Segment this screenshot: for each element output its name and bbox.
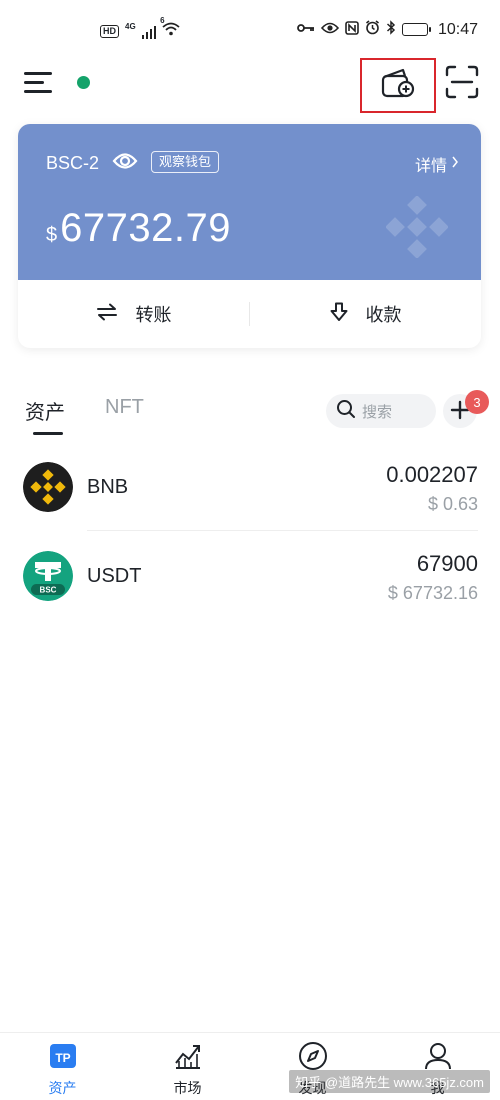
bluetooth-icon	[386, 20, 396, 39]
tab-assets[interactable]: 资产	[25, 396, 65, 435]
receive-arrow-icon	[330, 302, 348, 327]
market-chart-icon	[173, 1041, 203, 1074]
wallet-balance: $ 67732.79	[46, 206, 231, 251]
token-balance: 0.002207	[386, 462, 478, 487]
tp-wallet-icon: TP	[48, 1041, 78, 1074]
wifi-icon: 6	[160, 16, 180, 41]
nav-label: 市场	[173, 1080, 202, 1096]
search-placeholder: 搜索	[362, 403, 393, 421]
eye-icon[interactable]	[112, 151, 138, 176]
nav-label: 资产	[48, 1080, 77, 1096]
currency-symbol: $	[46, 224, 58, 246]
hd-badge: HD	[100, 25, 119, 38]
token-row-usdt[interactable]: BSC USDT 67900 $ 67732.16	[0, 551, 500, 637]
balance-amount: 67732.79	[60, 206, 231, 250]
usdt-token-icon: BSC	[23, 551, 73, 601]
wifi-version: 6	[160, 16, 165, 25]
image-watermark: 知乎 @道路先生 www.365jz.com	[289, 1070, 490, 1093]
token-fiat-value: $ 0.63	[427, 494, 478, 514]
wallet-summary[interactable]: BSC-2 观察钱包 详情 $ 67732.79	[18, 124, 481, 280]
token-symbol: USDT	[87, 565, 142, 587]
alarm-icon	[365, 20, 380, 39]
nfc-icon	[345, 20, 359, 39]
scan-button[interactable]	[444, 64, 480, 100]
list-divider	[87, 530, 478, 531]
token-balance: 67900	[416, 551, 478, 576]
transfer-button[interactable]: 转账	[18, 280, 249, 348]
svg-text:TP: TP	[55, 1051, 70, 1065]
receive-label: 收款	[365, 305, 402, 325]
eye-status-icon	[320, 21, 340, 38]
wallet-plus-icon	[381, 68, 415, 103]
network-type: 4G	[125, 22, 136, 31]
battery-icon	[401, 23, 431, 36]
network-status-dot	[77, 76, 90, 89]
status-bar: HD 4G 6 10:47	[0, 0, 500, 62]
notification-badge: 3	[465, 390, 489, 414]
wallet-actions: 转账 收款	[18, 280, 481, 348]
tab-nft[interactable]: NFT	[105, 396, 144, 435]
add-wallet-button[interactable]	[360, 58, 436, 113]
nav-assets[interactable]: TP 资产	[0, 1033, 125, 1100]
token-search-input[interactable]: 搜索	[326, 394, 436, 428]
search-icon	[336, 399, 356, 423]
bnb-logo-icon	[385, 195, 449, 263]
chevron-right-icon	[451, 155, 459, 173]
receive-button[interactable]: 收款	[250, 280, 481, 348]
bnb-token-icon	[23, 462, 73, 512]
svg-text:BSC: BSC	[40, 586, 57, 595]
status-right: 10:47	[297, 20, 478, 39]
watch-wallet-badge: 观察钱包	[151, 151, 220, 173]
token-row-bnb[interactable]: BNB 0.002207 $ 0.63	[0, 462, 500, 548]
wallet-card[interactable]: BSC-2 观察钱包 详情 $ 67732.79 转账 收款	[18, 124, 481, 348]
status-time: 10:47	[437, 20, 478, 38]
key-icon	[297, 21, 315, 38]
scan-icon	[444, 65, 480, 104]
asset-tabs: 资产 NFT	[25, 396, 144, 435]
nav-market[interactable]: 市场	[125, 1033, 250, 1100]
status-left: HD 4G 6	[100, 16, 180, 41]
token-fiat-value: $ 67732.16	[387, 583, 478, 603]
signal-icon	[141, 25, 157, 39]
transfer-arrows-icon	[96, 303, 118, 326]
wallet-detail-link[interactable]: 详情	[415, 152, 459, 176]
token-symbol: BNB	[87, 476, 129, 498]
menu-icon[interactable]	[24, 72, 52, 94]
wallet-name: BSC-2	[46, 153, 100, 173]
detail-label: 详情	[414, 158, 447, 175]
transfer-label: 转账	[135, 305, 172, 325]
